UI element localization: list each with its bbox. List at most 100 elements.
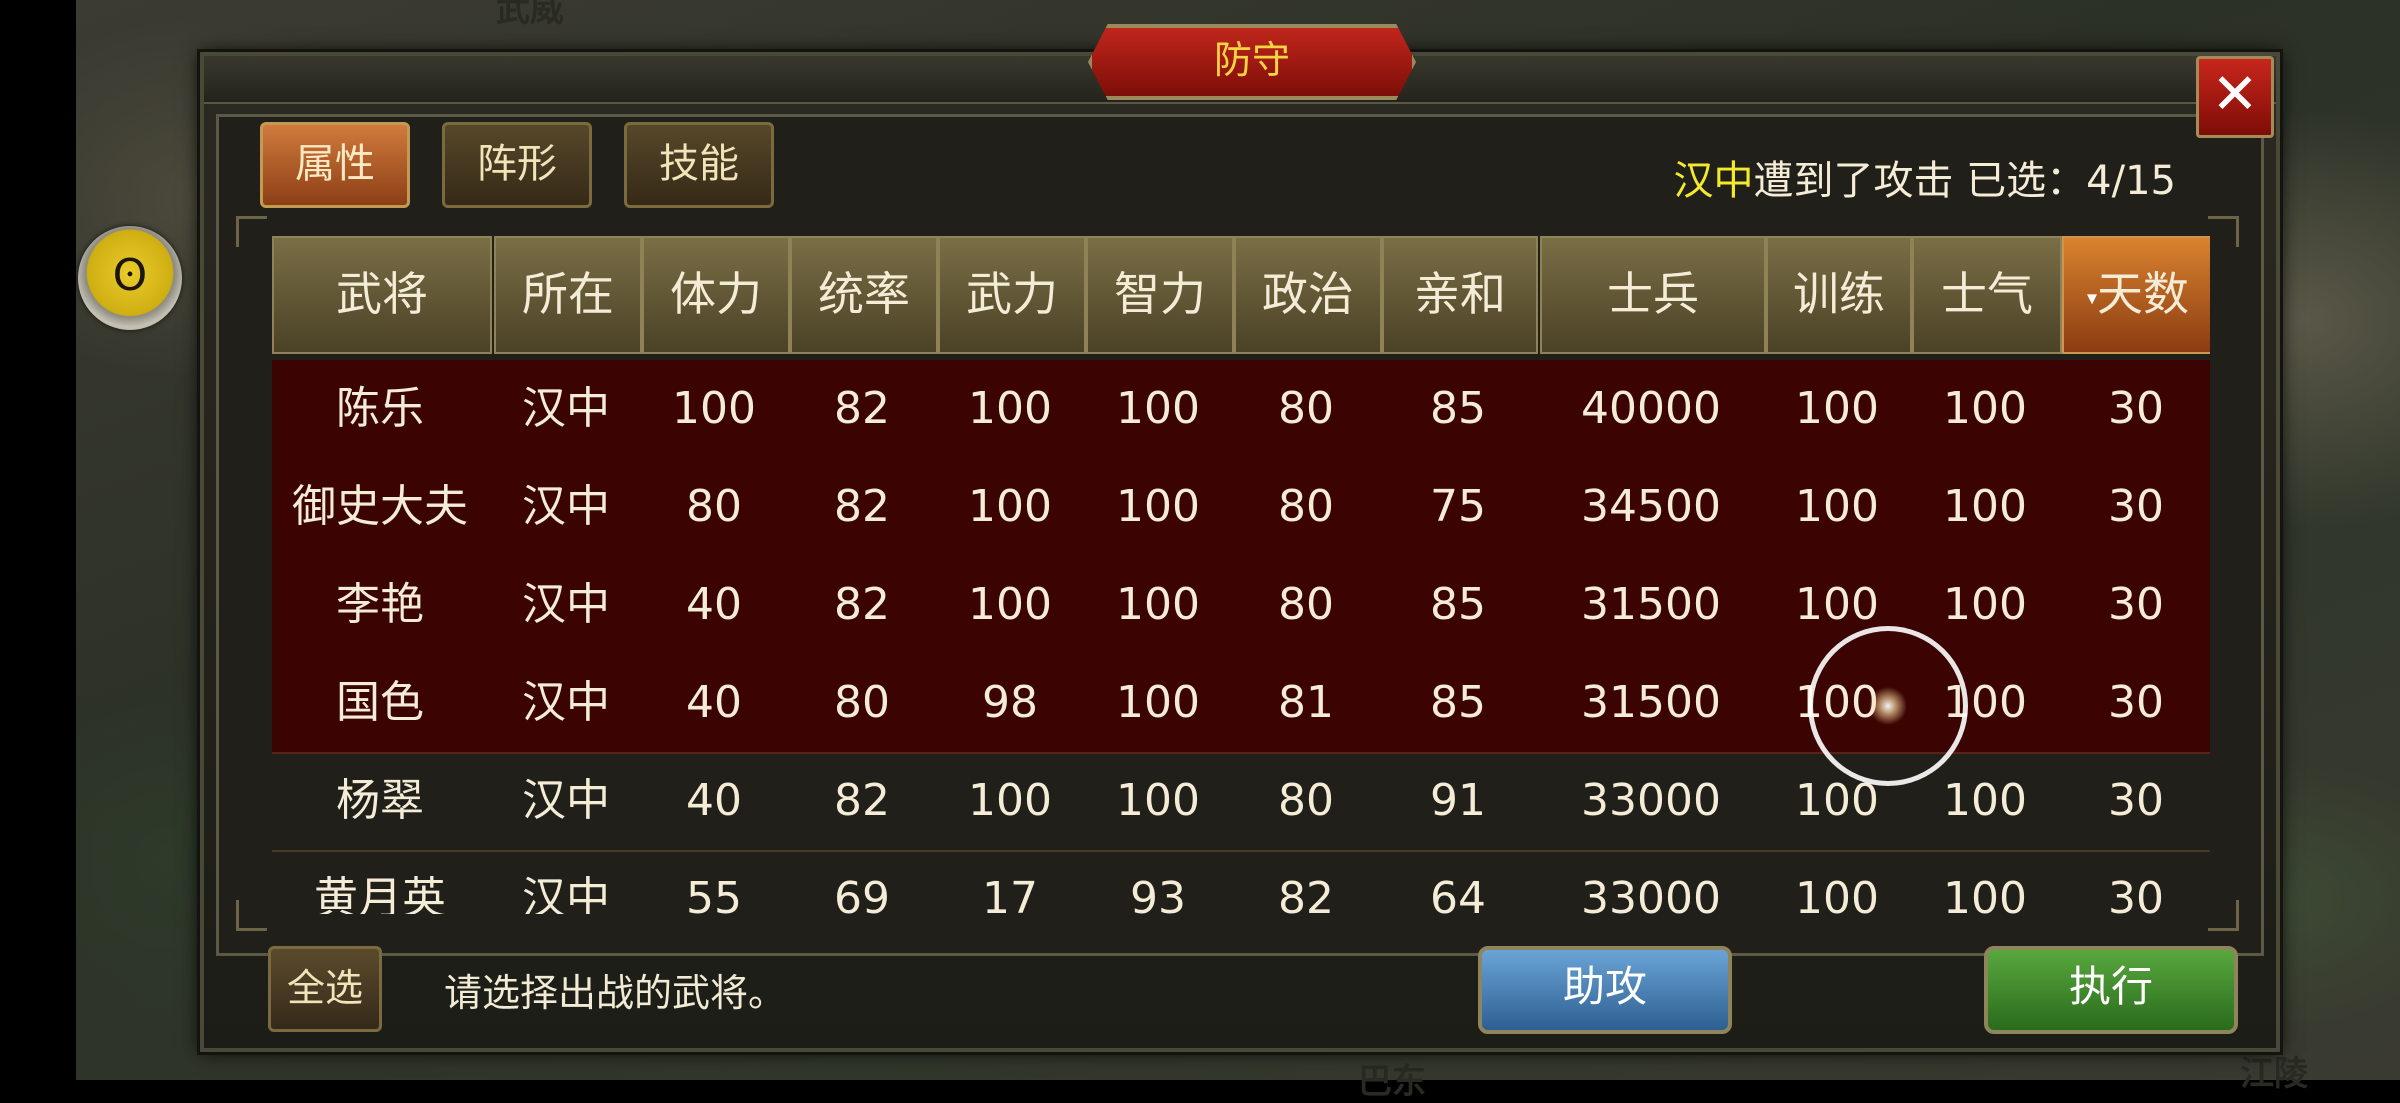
column-header[interactable]: 所在 xyxy=(494,236,642,354)
tab-skills[interactable]: 技能 xyxy=(624,122,774,208)
table-cell: 85 xyxy=(1430,383,1486,434)
column-header-label: 体力 xyxy=(670,267,762,321)
column-header-label: 所在 xyxy=(522,267,614,321)
column-header[interactable]: 智力 xyxy=(1086,236,1234,354)
column-header-label: 政治 xyxy=(1262,267,1354,321)
table-cell: 33000 xyxy=(1581,775,1721,826)
table-cell: 30 xyxy=(2108,677,2164,728)
table-cell: 国色 xyxy=(336,677,424,728)
table-cell: 汉中 xyxy=(522,383,610,434)
table-cell: 40000 xyxy=(1581,383,1721,434)
attacked-text: 遭到了攻击 xyxy=(1753,158,1954,204)
table-cell: 31500 xyxy=(1581,579,1721,630)
table-cell: 100 xyxy=(1943,383,2027,434)
execute-button[interactable]: 执行 xyxy=(1984,946,2238,1034)
column-header-label: 统率 xyxy=(818,267,910,321)
table-cell: 100 xyxy=(968,383,1052,434)
column-header[interactable]: 政治 xyxy=(1234,236,1382,354)
table-cell: 100 xyxy=(1943,481,2027,532)
table-cell: 陈乐 xyxy=(336,383,424,434)
table-cell: 御史大夫 xyxy=(292,481,468,532)
table-cell: 82 xyxy=(834,481,890,532)
column-header[interactable]: 亲和 xyxy=(1382,236,1538,354)
table-cell: 30 xyxy=(2108,481,2164,532)
column-header[interactable]: 训练 xyxy=(1766,236,1912,354)
column-header[interactable]: 武力 xyxy=(938,236,1086,354)
frame-corner-ornament xyxy=(2208,216,2239,247)
table-cell: 80 xyxy=(1278,383,1334,434)
player-avatar-icon[interactable]: ʘ xyxy=(78,226,182,330)
table-cell: 75 xyxy=(1430,481,1486,532)
table-cell: 30 xyxy=(2108,383,2164,434)
table-cell: 100 xyxy=(1116,677,1200,728)
attacked-city: 汉中 xyxy=(1673,158,1754,204)
table-cell: 30 xyxy=(2108,873,2164,914)
frame-corner-ornament xyxy=(2208,900,2239,931)
table-cell: 80 xyxy=(1278,775,1334,826)
table-cell: 汉中 xyxy=(522,677,610,728)
column-header-label: 士气 xyxy=(1941,267,2033,321)
table-cell: 55 xyxy=(686,873,742,914)
table-cell: 汉中 xyxy=(522,873,610,914)
column-header[interactable]: ▾天数 xyxy=(2062,236,2210,354)
table-cell: 82 xyxy=(834,775,890,826)
table-cell: 100 xyxy=(1116,383,1200,434)
table-row[interactable]: 黄月英 汉中 55 69 17 93 82 64 33000 100 100 30 xyxy=(272,850,2210,914)
map-town-label: 巴东 xyxy=(1358,1062,1426,1102)
table-cell: 100 xyxy=(1116,775,1200,826)
table-cell: 李艳 xyxy=(336,579,424,630)
frame-corner-ornament xyxy=(236,900,267,931)
table-row[interactable]: 陈乐 汉中 100 82 100 100 80 85 40000 100 100 30 xyxy=(272,360,2210,460)
close-icon: ✕ xyxy=(2211,62,2259,127)
sort-arrow-icon: ▾ xyxy=(2086,285,2098,310)
column-header-label: 亲和 xyxy=(1414,267,1506,321)
table-cell: 91 xyxy=(1430,775,1486,826)
selected-label: 已选： xyxy=(1966,158,2087,204)
avatar-face-icon: ʘ xyxy=(112,250,148,301)
table-cell: 82 xyxy=(834,383,890,434)
frame-corner-ornament xyxy=(236,216,267,247)
table-cell: 40 xyxy=(686,775,742,826)
column-header-label: 士兵 xyxy=(1607,267,1699,321)
close-button[interactable]: ✕ xyxy=(2196,56,2274,138)
table-cell: 100 xyxy=(968,579,1052,630)
assist-button[interactable]: 助攻 xyxy=(1478,946,1732,1034)
map-town-label: 江陵 xyxy=(2240,1054,2308,1094)
column-header[interactable]: 统率 xyxy=(790,236,938,354)
column-header[interactable]: 体力 xyxy=(642,236,790,354)
table-cell: 80 xyxy=(1278,579,1334,630)
table-cell: 85 xyxy=(1430,677,1486,728)
generals-table[interactable]: 武将 所在 体力 统率 武力 智力 政治 亲和 士兵 训练 士气 ▾天数 陈乐 汉中 100 82 100 10… xyxy=(272,234,2210,914)
table-cell: 100 xyxy=(1116,481,1200,532)
column-header-label: 武力 xyxy=(966,267,1058,321)
table-cell: 33000 xyxy=(1581,873,1721,914)
table-row[interactable]: 御史大夫 汉中 80 82 100 100 80 75 34500 100 100 30 xyxy=(272,458,2210,558)
table-cell: 黄月英 xyxy=(314,873,446,914)
table-cell: 98 xyxy=(982,677,1038,728)
select-all-button[interactable]: 全选 xyxy=(268,946,382,1032)
column-header-label: 智力 xyxy=(1114,267,1206,321)
column-header[interactable]: 士气 xyxy=(1912,236,2062,354)
attack-status: 汉中遭到了攻击 已选：4/15 xyxy=(1673,148,2176,206)
touch-indicator xyxy=(1808,626,1968,786)
column-header[interactable]: 士兵 xyxy=(1540,236,1766,354)
tab-formation[interactable]: 阵形 xyxy=(442,122,592,208)
column-header[interactable]: 武将 xyxy=(272,236,492,354)
table-cell: 40 xyxy=(686,677,742,728)
table-cell: 汉中 xyxy=(522,579,610,630)
table-cell: 100 xyxy=(968,775,1052,826)
table-cell: 100 xyxy=(968,481,1052,532)
table-cell: 100 xyxy=(1943,873,2027,914)
table-cell: 80 xyxy=(834,677,890,728)
table-cell: 17 xyxy=(982,873,1038,914)
table-cell: 80 xyxy=(1278,481,1334,532)
column-header-label: 武将 xyxy=(336,267,428,321)
table-cell: 31500 xyxy=(1581,677,1721,728)
table-cell: 69 xyxy=(834,873,890,914)
selected-count: 4/15 xyxy=(2086,158,2176,204)
table-cell: 汉中 xyxy=(522,775,610,826)
table-cell: 64 xyxy=(1430,873,1486,914)
table-cell: 81 xyxy=(1278,677,1334,728)
table-cell: 汉中 xyxy=(522,481,610,532)
tab-attributes[interactable]: 属性 xyxy=(260,122,410,208)
